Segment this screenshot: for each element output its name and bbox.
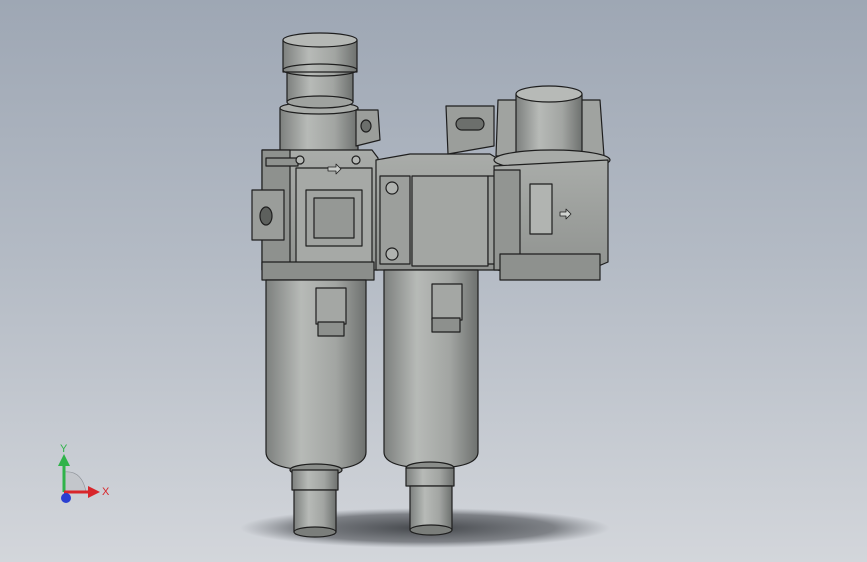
center-connector-block — [375, 153, 513, 271]
coordinate-triad-icon: Y X — [58, 443, 110, 503]
y-axis-arrow — [58, 454, 70, 466]
filter-bowl-right — [383, 269, 479, 536]
filter-bowl-left — [265, 279, 367, 538]
cad-model-view[interactable] — [0, 0, 867, 562]
x-axis-arrow — [88, 486, 100, 498]
shutoff-valve — [493, 85, 611, 281]
x-axis-label: X — [102, 486, 110, 498]
filter-regulator-body — [251, 149, 379, 281]
coordinate-triad: Y X — [50, 440, 120, 512]
xy-plane-wedge — [63, 471, 87, 493]
regulator-knob — [279, 32, 359, 165]
z-axis-origin — [61, 493, 71, 503]
y-axis-label: Y — [60, 443, 68, 455]
3d-viewport[interactable]: Y X — [0, 0, 867, 562]
